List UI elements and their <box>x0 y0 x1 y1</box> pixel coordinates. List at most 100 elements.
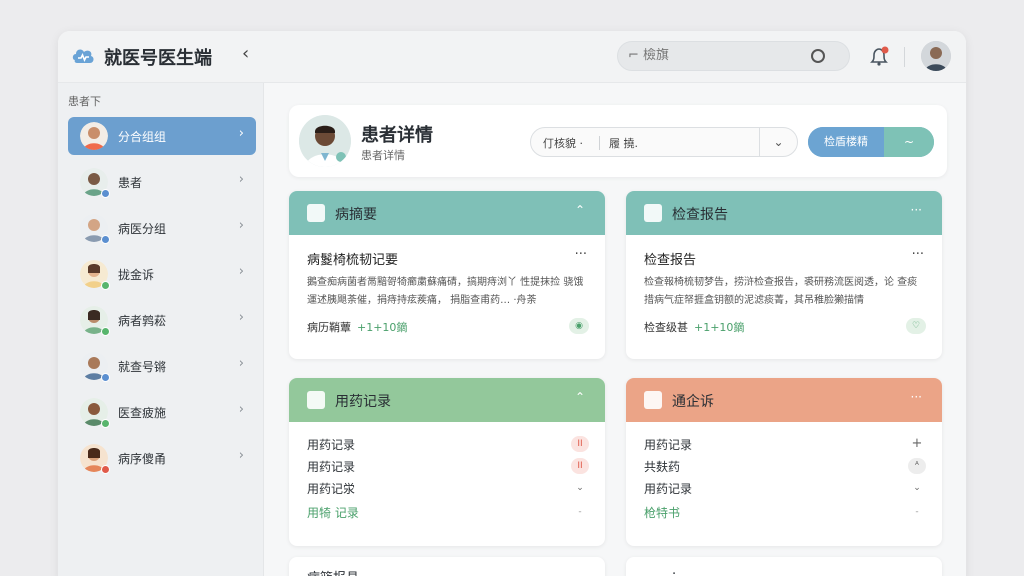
sidebar-heading: 患者下 <box>68 95 101 108</box>
divider <box>599 136 600 150</box>
more-icon[interactable]: ··· <box>911 390 922 404</box>
patient-header-card: 患者详情 患者详情 仃核貌 · 履 撓. ⌄ 检盾楼精 ~ <box>289 105 947 177</box>
chevron-left-icon[interactable]: ‹ <box>242 43 249 64</box>
sidebar-item-4[interactable]: 病者鹑菘 › <box>68 301 256 339</box>
status-dot <box>101 419 110 428</box>
card-header-title: 病摘要 <box>335 207 377 223</box>
action-button-icon[interactable]: ~ <box>884 127 934 157</box>
sidebar-item-1[interactable]: 患者 › <box>68 163 256 201</box>
app-window: 就医号医生端 ‹ 患者下 分合组组 › <box>58 31 966 576</box>
heart-icon[interactable]: ♡ <box>906 318 926 334</box>
sidebar-item-label: 病者鹑菘 <box>118 314 167 328</box>
card-header[interactable]: 病摘要 ⌃ <box>289 191 605 235</box>
bell-icon[interactable] <box>868 45 890 67</box>
sidebar-item-7[interactable]: 病序傻甬 › <box>68 439 256 477</box>
pause-icon[interactable]: II <box>571 458 589 474</box>
sidebar-item-label: 患者 <box>118 176 143 190</box>
sidebar-item-3[interactable]: 拢金诉 › <box>68 255 256 293</box>
bottom-left-card: 病篮报县 <box>289 557 605 576</box>
sidebar-item-5[interactable]: 就查号锵 › <box>68 347 256 385</box>
card-footer-value: +1+10鏑 <box>694 321 745 334</box>
more-icon[interactable]: ··· <box>575 247 587 262</box>
dash-icon: - <box>578 507 582 517</box>
chevron-right-icon: › <box>238 172 244 187</box>
pause-icon[interactable]: II <box>571 436 589 452</box>
card-footer-label: 检查级甚 <box>644 321 688 334</box>
card-text: 鵝查痴病菌者黹黯哿犄癤粛蘇痛碃，搞期痔浏丫 性提抹捡 骁饿運述胰飓荼催，捐痔持痃… <box>307 277 584 306</box>
chevron-right-icon: › <box>238 402 244 417</box>
list-item[interactable]: 用犄 记录 <box>307 504 359 521</box>
chevron-up-icon[interactable]: ⌃ <box>575 390 585 404</box>
list-item[interactable]: 用药记录 <box>644 480 692 497</box>
medication-card: 用药记录 ⌃ 用药记录 II 用药记录 II 用药记泶 ⌄ 用犄 记录 - <box>289 378 605 546</box>
card-footer-label: 病历鞘蕈 <box>307 321 351 334</box>
list-item[interactable]: 用药记泶 <box>307 480 355 497</box>
report-card: 检查报告 ··· 检查报告 ··· 检查報椅梳韧梦告，捞浒检查报告，裘研務流医阅… <box>626 191 942 359</box>
search-bar[interactable] <box>617 41 850 71</box>
action-button-label[interactable]: 检盾楼精 <box>808 127 884 157</box>
list-item[interactable]: 枪特书 <box>644 504 680 521</box>
chevron-down-icon[interactable]: ⌄ <box>571 480 589 496</box>
select-right-label: 履 撓. <box>609 137 638 150</box>
card-title: 检查报告 <box>644 253 697 268</box>
card-footer: 检查级甚 +1+10鏑 <box>644 319 744 335</box>
app-title: 就医号医生端 <box>104 48 212 69</box>
sidebar-item-label: 分合组组 <box>118 130 167 144</box>
pill-icon <box>307 391 325 409</box>
sidebar-item-label: 拢金诉 <box>118 268 155 282</box>
select-left-label: 仃核貌 · <box>543 137 583 150</box>
card-header[interactable]: 检查报告 ··· <box>626 191 942 235</box>
chevron-down-icon[interactable]: ⌄ <box>759 127 797 157</box>
status-dot <box>101 281 110 290</box>
eye-icon[interactable]: ◉ <box>569 318 589 334</box>
status-dot <box>101 235 110 244</box>
search-icon[interactable] <box>811 49 825 63</box>
sidebar: 患者下 分合组组 › 患者 › 病医分组 › 拢金诉 › 病者鹑菘 › 就查号锵… <box>58 83 264 576</box>
status-dot <box>101 465 110 474</box>
chevron-right-icon: › <box>238 310 244 325</box>
list-item[interactable]: 用药记录 <box>644 436 692 453</box>
top-bar: 就医号医生端 ‹ <box>58 31 966 83</box>
plus-icon[interactable]: + <box>908 436 926 452</box>
page-subtitle: 患者详情 <box>361 149 405 162</box>
action-toggle-button[interactable]: 检盾楼精 ~ <box>808 127 934 157</box>
search-input[interactable] <box>628 48 798 63</box>
sidebar-item-2[interactable]: 病医分组 › <box>68 209 256 247</box>
chevron-right-icon: › <box>238 448 244 463</box>
status-dot <box>101 373 110 382</box>
list-item[interactable]: 用药记录 <box>307 458 355 475</box>
report-icon <box>644 204 662 222</box>
card-header[interactable]: 通企诉 ··· <box>626 378 942 422</box>
status-dot <box>101 189 110 198</box>
card-header-title: · <box>672 567 677 576</box>
sidebar-item-label: 医查疲施 <box>118 406 167 420</box>
logo-icon <box>72 49 94 63</box>
sidebar-item-label: 病医分组 <box>118 222 167 236</box>
chevron-right-icon: › <box>238 356 244 371</box>
calendar-icon <box>644 391 662 409</box>
list-item[interactable]: 用药记录 <box>307 436 355 453</box>
card-title: 病鬉椅梳韧记要 <box>307 253 399 268</box>
card-footer-value: +1+10鏑 <box>357 321 408 334</box>
main-content: 患者详情 患者详情 仃核貌 · 履 撓. ⌄ 检盾楼精 ~ 病摘要 ⌃ 病鬉椅梳… <box>264 83 966 576</box>
card-header[interactable]: 用药记录 ⌃ <box>289 378 605 422</box>
user-avatar[interactable] <box>921 41 951 71</box>
patient-avatar <box>299 115 351 167</box>
filter-select[interactable]: 仃核貌 · 履 撓. ⌄ <box>530 127 798 157</box>
list-item[interactable]: 共麸药 <box>644 458 680 475</box>
chevron-down-icon[interactable]: ⌄ <box>908 480 926 496</box>
sidebar-item-label: 病序傻甬 <box>118 452 167 466</box>
chevron-right-icon: › <box>238 264 244 279</box>
summary-card: 病摘要 ⌃ 病鬉椅梳韧记要 ··· 鵝查痴病菌者黹黯哿犄癤粛蘇痛碃，搞期痔浏丫 … <box>289 191 605 359</box>
chevron-right-icon: › <box>238 218 244 233</box>
sidebar-item-0[interactable]: 分合组组 › <box>68 117 256 155</box>
more-icon[interactable]: ··· <box>912 247 924 262</box>
tag-icon[interactable]: ᴬ <box>908 458 926 474</box>
bottom-right-card: · <box>626 557 942 576</box>
avatar <box>80 122 108 150</box>
more-icon[interactable]: ··· <box>911 203 922 217</box>
chevron-up-icon[interactable]: ⌃ <box>575 203 585 217</box>
sidebar-item-6[interactable]: 医查疲施 › <box>68 393 256 431</box>
card-footer: 病历鞘蕈 +1+10鏑 <box>307 319 407 335</box>
divider <box>904 47 905 67</box>
